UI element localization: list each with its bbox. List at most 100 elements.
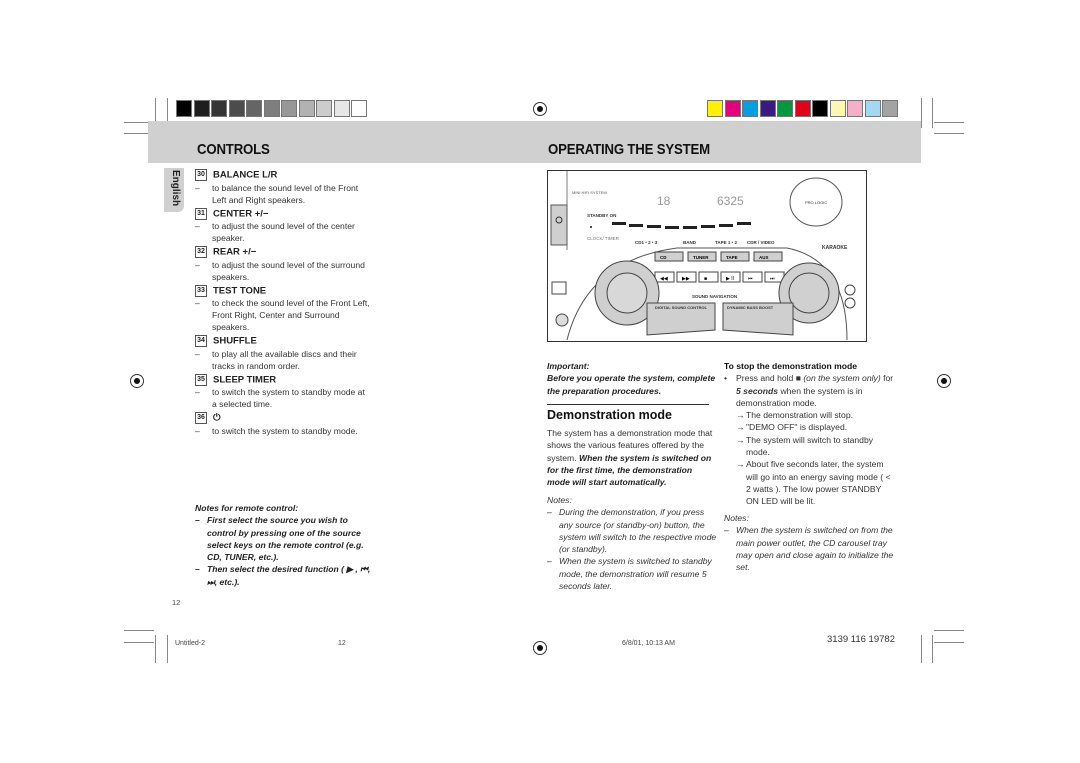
color-swatch	[333, 100, 350, 117]
source-button-tape[interactable]: TAPE	[720, 251, 750, 262]
demo-notes: Notes: – During the demonstration, if you…	[547, 494, 717, 592]
crop-mark	[921, 635, 922, 663]
language-label: English	[170, 170, 181, 207]
control-number: 32	[195, 246, 207, 259]
footer-page: 12	[338, 640, 346, 647]
important-text: Before you operate the system, complete …	[547, 373, 716, 396]
control-title: 30 BALANCE L/R	[195, 169, 370, 182]
arrow-icon: →	[736, 422, 745, 433]
page-title-operating: OPERATING THE SYSTEM	[548, 141, 710, 158]
registration-mark	[937, 374, 951, 388]
demo-notes-title: Notes:	[547, 495, 572, 505]
remote-notes: Notes for remote control: – First select …	[195, 502, 375, 588]
transport-button[interactable]: ▶ II	[720, 271, 741, 283]
footer-code: 3139 116 19782	[827, 634, 895, 645]
control-item: 30BALANCE L/Rto balance the sound level …	[195, 169, 370, 206]
crop-mark	[124, 642, 154, 643]
stop-note-item: – When the system is switched on from the…	[724, 525, 894, 573]
stop-result-item: → The demonstration will stop.	[736, 410, 853, 421]
color-swatch	[829, 100, 846, 117]
remote-notes-title: Notes for remote control:	[195, 503, 299, 513]
control-title: 34 SHUFFLE	[195, 335, 370, 348]
divider	[547, 404, 709, 405]
stop-notes: Notes: – When the system is switched on f…	[724, 512, 894, 573]
demo-intro: The system has a demonstration mode that…	[547, 428, 713, 488]
crop-mark	[124, 630, 154, 631]
arrow-icon: →	[736, 410, 745, 421]
transport-button[interactable]: ■	[698, 271, 719, 283]
control-description: to balance the sound level of the Front …	[195, 182, 370, 206]
transport-button[interactable]: ▶▶	[676, 271, 697, 283]
display-right: 6325	[717, 194, 744, 208]
stop-result-item: → The system will switch to standby mode.	[736, 434, 874, 458]
footer-file: Untitled-2	[175, 640, 205, 647]
control-description: to switch the system to standby mode.	[195, 425, 370, 437]
remote-note-item: – First select the source you wish to con…	[195, 515, 364, 563]
control-description: to check the sound level of the Front Le…	[195, 297, 370, 333]
crop-mark	[932, 635, 933, 663]
control-number: 34	[195, 335, 207, 348]
source-label: CDR / VIDEO	[747, 240, 775, 245]
color-swatch	[777, 100, 793, 117]
svg-text:◀◀: ◀◀	[660, 276, 668, 282]
arrow-icon: →	[736, 434, 745, 445]
clock-label: CLOCK/ TIMER	[587, 236, 620, 241]
footer-date: 6/8/01, 10:13 AM	[622, 640, 675, 647]
svg-text:▶▶: ▶▶	[682, 276, 690, 282]
color-swatch	[211, 100, 227, 117]
crop-mark	[932, 98, 933, 128]
color-swatch	[882, 100, 898, 117]
color-swatch	[742, 100, 758, 117]
color-swatch	[176, 100, 192, 117]
arrow-icon: →	[736, 459, 745, 470]
dbb-label: DYNAMIC BASS BOOST	[727, 305, 774, 310]
source-button-aux[interactable]: AUX	[753, 251, 783, 262]
control-title: 31 CENTER +/−	[195, 207, 370, 221]
karaoke-logo: KARAOKE	[822, 245, 848, 251]
color-swatch	[228, 100, 245, 117]
demo-note-item: – When the system is switched to standby …	[547, 556, 712, 592]
crop-mark	[155, 635, 156, 663]
control-item: 31CENTER +/−to adjust the sound level of…	[195, 207, 370, 245]
registration-mark	[533, 102, 547, 116]
source-label: BAND	[683, 240, 697, 245]
standby-label: STANDBY ON	[587, 213, 616, 218]
color-swatch	[193, 100, 210, 117]
control-number: 33	[195, 284, 207, 297]
control-item: 33TEST TONEto check the sound level of t…	[195, 284, 370, 334]
color-swatch	[281, 100, 297, 117]
color-swatch	[847, 100, 863, 117]
controls-list: 30BALANCE L/Rto balance the sound level …	[195, 169, 370, 439]
source-label: TAPE 1 • 2	[715, 240, 737, 245]
color-swatch	[724, 100, 741, 117]
svg-text:CD: CD	[660, 255, 667, 260]
control-item: 34SHUFFLEto play all the available discs…	[195, 335, 370, 372]
display-left: 18	[657, 194, 671, 208]
sound-navigation-label: SOUND NAVIGATION	[692, 294, 737, 299]
control-description: to play all the available discs and thei…	[195, 348, 370, 372]
crop-mark	[934, 133, 964, 134]
source-button-cd[interactable]: CD	[654, 251, 684, 262]
svg-text:⏭: ⏭	[770, 276, 775, 282]
color-swatch	[759, 100, 776, 117]
control-title: 33 TEST TONE	[195, 284, 370, 298]
svg-text:AUX: AUX	[759, 255, 769, 260]
color-swatch	[246, 100, 262, 117]
svg-text:TUNER: TUNER	[693, 255, 709, 260]
control-number: 30	[195, 169, 207, 181]
transport-button[interactable]: ⏮	[742, 271, 763, 283]
source-button-tuner[interactable]: TUNER	[687, 251, 717, 262]
crop-mark	[934, 630, 964, 631]
transport-button[interactable]: ⏭	[764, 271, 785, 283]
stop-notes-title: Notes:	[724, 513, 749, 523]
color-swatch	[263, 100, 280, 117]
color-swatch	[351, 100, 367, 117]
important-note: Important: Before you operate the system…	[547, 360, 717, 397]
svg-text:▶ II: ▶ II	[726, 276, 734, 282]
control-title: 35 SLEEP TIMER	[195, 373, 370, 387]
pro-logic-label: PRO LOGIC	[805, 200, 827, 205]
color-swatch	[794, 100, 811, 117]
transport-button[interactable]: ◀◀	[654, 271, 675, 283]
control-description: to switch the system to standby mode at …	[195, 386, 370, 410]
control-number: 31	[195, 207, 207, 220]
